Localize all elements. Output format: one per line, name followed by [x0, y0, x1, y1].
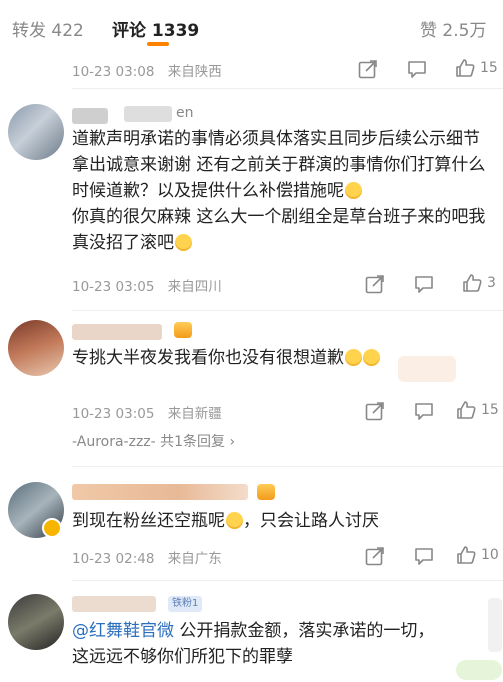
comment-location: 来自陕西 — [167, 64, 222, 80]
comment-time: 10-23 03:05 — [72, 279, 155, 295]
comment-meta: 10-23 03:05 来自四川 — [72, 275, 231, 295]
avatar[interactable] — [8, 320, 64, 376]
comment-item: 到现在粉丝还空瓶呢 ，只会让路人讨厌 10-23 02:48 来自广东 10 — [0, 474, 503, 578]
avatar[interactable] — [8, 104, 64, 160]
verified-badge-icon — [42, 518, 62, 538]
comment-icon[interactable] — [413, 545, 435, 567]
comment-icon[interactable] — [413, 273, 435, 295]
username-blurred[interactable] — [124, 106, 172, 122]
comment-text: 道歉声明承诺的事情必须具体落实且同步后续公示细节 拿出诚意来谢谢 还有之前关于群… — [72, 129, 486, 253]
share-icon[interactable] — [364, 545, 386, 567]
cry-emoji-icon — [345, 349, 362, 366]
comment-meta: 10-23 03:05 来自新疆 — [72, 402, 231, 422]
like-icon[interactable] — [455, 399, 477, 421]
comment-icon[interactable] — [406, 58, 428, 80]
divider — [72, 310, 503, 311]
mention-link[interactable]: @红舞鞋官微 — [72, 621, 174, 641]
comment-item: 铁粉1 @红舞鞋官微 公开捐款金额，落实承诺的一切， 这远远不够你们所犯下的罪孽 — [0, 588, 503, 682]
comment-meta: 10-23 03:08 来自陕西 — [72, 60, 231, 80]
username-blurred[interactable] — [72, 324, 162, 340]
like-count: 15 — [481, 402, 499, 418]
tab-repost[interactable]: 转发 422 — [12, 16, 84, 41]
smirk-emoji-icon — [226, 512, 243, 529]
like-icon[interactable] — [461, 272, 483, 294]
username-suffix[interactable]: en — [176, 105, 194, 121]
view-replies-link[interactable]: -Aurora-zzz- 共1条回复 › — [72, 431, 235, 451]
tab-like[interactable]: 赞 2.5万 — [420, 16, 486, 41]
cry-emoji-icon — [363, 349, 380, 366]
divider — [72, 88, 503, 89]
scroll-edge — [488, 598, 502, 652]
comment-tabs: 转发 422 评论 1339 赞 2.5万 — [0, 0, 503, 54]
comment-location: 来自广东 — [167, 551, 222, 567]
share-icon[interactable] — [364, 273, 386, 295]
share-icon[interactable] — [364, 400, 386, 422]
sticker-image — [456, 660, 502, 680]
comment-item: 专挑大半夜发我看你也没有很想道歉 10-23 03:05 来自新疆 15 -Au… — [0, 318, 503, 463]
comment-text: @红舞鞋官微 公开捐款金额，落实承诺的一切， 这远远不够你们所犯下的罪孽 — [72, 621, 435, 667]
divider — [72, 580, 503, 581]
like-icon[interactable] — [454, 57, 476, 79]
crown-badge-icon — [257, 484, 275, 500]
share-icon[interactable] — [357, 58, 379, 80]
fan-badge: 铁粉1 — [168, 596, 203, 612]
like-count: 10 — [481, 547, 499, 563]
comment-time: 10-23 03:08 — [72, 64, 155, 80]
like-count: 15 — [480, 60, 498, 76]
smile-emoji-icon — [175, 234, 192, 251]
comment-location: 来自四川 — [167, 279, 222, 295]
sticker-image — [398, 356, 456, 382]
tab-comment[interactable]: 评论 1339 — [112, 16, 199, 41]
divider — [72, 466, 503, 467]
like-icon[interactable] — [455, 544, 477, 566]
comment-meta: 10-23 02:48 来自广东 — [72, 547, 231, 567]
comment-location: 来自新疆 — [167, 406, 222, 422]
comment-item: 10-23 03:08 来自陕西 15 — [0, 54, 503, 88]
comment-item: en 道歉声明承诺的事情必须具体落实且同步后续公示细节 拿出诚意来谢谢 还有之前… — [0, 96, 503, 306]
comment-icon[interactable] — [413, 400, 435, 422]
comment-time: 10-23 03:05 — [72, 406, 155, 422]
tab-active-indicator — [147, 42, 169, 46]
crown-badge-icon — [174, 322, 192, 338]
username-blurred[interactable] — [72, 484, 248, 500]
avatar[interactable] — [8, 594, 64, 650]
username-blurred[interactable] — [72, 596, 156, 612]
like-count: 3 — [487, 275, 496, 291]
smile-emoji-icon — [345, 182, 362, 199]
comment-text: 到现在粉丝还空瓶呢 ，只会让路人讨厌 — [72, 511, 379, 531]
comment-time: 10-23 02:48 — [72, 551, 155, 567]
username-blurred[interactable] — [72, 108, 108, 124]
